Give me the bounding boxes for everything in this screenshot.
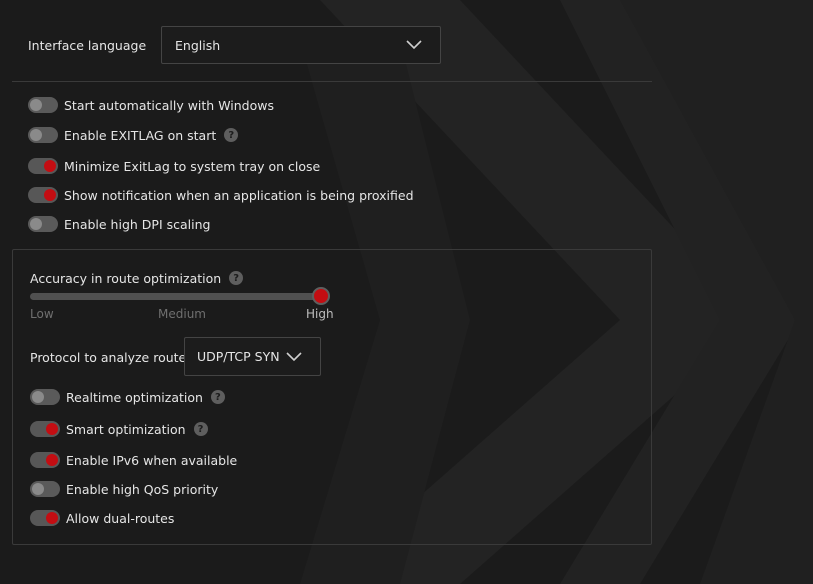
show-notification-toggle[interactable] (28, 187, 58, 203)
protocol-dropdown[interactable]: UDP/TCP SYN (184, 337, 321, 376)
language-value: English (175, 37, 221, 53)
toggle-label: Smart optimization (66, 421, 186, 437)
enable-on-start-toggle[interactable] (28, 127, 58, 143)
accuracy-row: Accuracy in route optimization ? (30, 268, 244, 288)
toggle-label: Enable high DPI scaling (64, 216, 211, 232)
chevron-down-icon (402, 37, 426, 53)
accuracy-label: Accuracy in route optimization (30, 270, 222, 286)
toggle-row-realtime-optimization[interactable]: Realtime optimization ? (30, 386, 225, 408)
realtime-optimization-toggle[interactable] (30, 389, 60, 405)
help-icon[interactable]: ? (229, 271, 244, 285)
toggle-row-start-with-windows[interactable]: Start automatically with Windows (28, 94, 274, 116)
toggle-label: Show notification when an application is… (64, 187, 414, 203)
smart-optimization-toggle[interactable] (30, 421, 60, 437)
chevron-down-icon (282, 349, 306, 365)
high-qos-toggle[interactable] (30, 481, 60, 497)
accuracy-slider-track[interactable] (30, 293, 322, 300)
start-with-windows-toggle[interactable] (28, 97, 58, 113)
toggle-label: Realtime optimization (66, 389, 203, 405)
toggle-row-ipv6[interactable]: Enable IPv6 when available (30, 449, 237, 471)
toggle-row-high-qos[interactable]: Enable high QoS priority (30, 478, 218, 500)
help-icon[interactable]: ? (193, 422, 208, 436)
slider-level-medium: Medium (158, 307, 206, 321)
language-label: Interface language (28, 37, 147, 53)
slider-level-high: High (306, 307, 334, 321)
slider-level-low: Low (30, 307, 54, 321)
toggle-row-smart-optimization[interactable]: Smart optimization ? (30, 418, 208, 440)
minimize-to-tray-toggle[interactable] (28, 158, 58, 174)
toggle-row-minimize-to-tray[interactable]: Minimize ExitLag to system tray on close (28, 155, 320, 177)
protocol-value: UDP/TCP SYN (197, 349, 280, 364)
protocol-row: Protocol to analyze routes (30, 347, 193, 367)
toggle-label: Minimize ExitLag to system tray on close (64, 158, 321, 174)
toggle-row-show-notification[interactable]: Show notification when an application is… (28, 184, 414, 206)
language-row: Interface language (28, 26, 161, 64)
toggle-label: Start automatically with Windows (64, 97, 274, 113)
protocol-label: Protocol to analyze routes (30, 349, 193, 365)
toggle-label: Enable high QoS priority (66, 481, 219, 497)
high-dpi-toggle[interactable] (28, 216, 58, 232)
help-icon[interactable]: ? (210, 390, 225, 404)
help-icon[interactable]: ? (224, 128, 239, 142)
toggle-label: Enable EXITLAG on start (64, 127, 217, 143)
accuracy-slider-handle[interactable] (312, 287, 330, 305)
toggle-row-enable-on-start[interactable]: Enable EXITLAG on start ? (28, 124, 239, 146)
toggle-label: Allow dual-routes (66, 510, 175, 526)
dual-routes-toggle[interactable] (30, 510, 60, 526)
ipv6-toggle[interactable] (30, 452, 60, 468)
toggle-row-high-dpi[interactable]: Enable high DPI scaling (28, 213, 210, 235)
section-divider (12, 81, 652, 82)
language-dropdown[interactable]: English (161, 26, 441, 64)
toggle-label: Enable IPv6 when available (66, 452, 238, 468)
toggle-row-dual-routes[interactable]: Allow dual-routes (30, 507, 174, 529)
